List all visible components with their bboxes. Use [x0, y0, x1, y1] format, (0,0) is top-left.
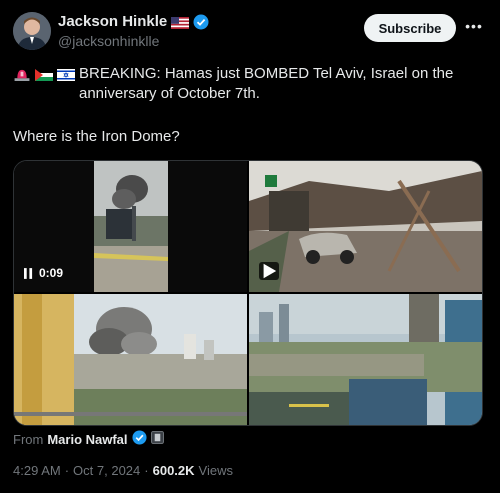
verified-badge-icon[interactable] — [193, 14, 209, 30]
tweet-text: BREAKING: Hamas just BOMBED Tel Aviv, Is… — [13, 64, 489, 104]
meta-separator: · — [64, 463, 70, 478]
verified-badge-icon[interactable] — [132, 430, 147, 448]
views-label: Views — [198, 463, 233, 478]
attribution[interactable]: From Mario Nawfal — [13, 430, 164, 448]
media-image-2[interactable] — [249, 161, 482, 292]
siren-icon — [13, 67, 31, 81]
play-icon[interactable] — [259, 262, 279, 280]
views-count[interactable]: 600.2K — [153, 463, 195, 478]
tweet-text-line2: Where is the Iron Dome? — [13, 128, 180, 145]
photo-city-skyline — [249, 294, 482, 425]
us-flag-icon — [171, 16, 190, 29]
photo-smoke-city — [14, 294, 247, 425]
tweet-time[interactable]: 4:29 AM — [13, 463, 61, 478]
meta-separator: · — [144, 463, 149, 478]
tweet-date[interactable]: Oct 7, 2024 — [73, 463, 140, 478]
attribution-source-name[interactable]: Mario Nawfal — [47, 432, 127, 447]
photo-destroyed-building — [249, 161, 482, 292]
media-image-4[interactable] — [249, 294, 482, 425]
tweet-meta: 4:29 AM · Oct 7, 2024 · 600.2K Views — [13, 463, 233, 478]
palestine-flag-icon — [35, 67, 53, 81]
attribution-prefix: From — [13, 431, 44, 447]
subscribe-button[interactable]: Subscribe — [364, 14, 456, 42]
video-controls[interactable]: 0:09 — [24, 266, 63, 280]
video-duration: 0:09 — [39, 266, 64, 280]
author-handle[interactable]: @jacksonhinklle — [58, 33, 159, 49]
author-name[interactable]: Jackson Hinkle — [58, 13, 167, 30]
media-image-3[interactable] — [14, 294, 247, 425]
author-avatar[interactable] — [13, 12, 51, 50]
affiliate-badge-icon[interactable] — [150, 431, 164, 447]
avatar-image — [13, 12, 51, 50]
author-name-row[interactable]: Jackson Hinkle — [58, 13, 209, 30]
tweet-text-line1: BREAKING: Hamas just BOMBED Tel Aviv, Is… — [79, 65, 454, 102]
israel-flag-icon — [57, 67, 75, 81]
video-thumbnail[interactable]: 0:09 — [14, 161, 247, 292]
more-options-icon[interactable]: ••• — [464, 18, 484, 38]
media-grid[interactable]: 0:09 — [13, 160, 483, 426]
pause-icon[interactable] — [24, 267, 33, 279]
